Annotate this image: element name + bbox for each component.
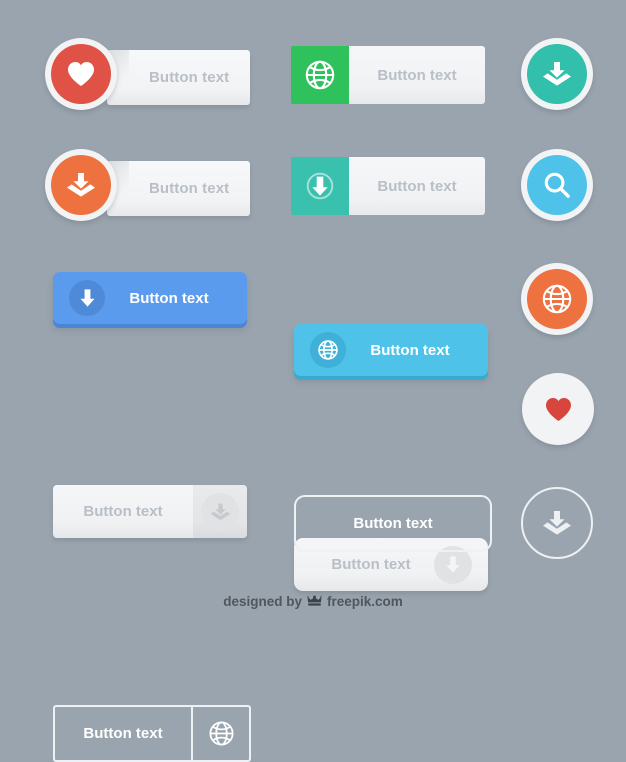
button-body[interactable]: Button text [349, 157, 485, 215]
button-globe-split-green[interactable]: Button text [291, 46, 485, 104]
attribution-footer: designed by freepik.com [0, 594, 626, 609]
button-label: Button text [83, 503, 163, 520]
button-label: Button text [377, 177, 457, 195]
search-icon [527, 155, 587, 215]
button-label: Button text [149, 180, 230, 197]
button-globe-outline-split[interactable]: Button text [53, 705, 251, 762]
button-showcase-canvas: Button text Button text Button text Butt… [0, 0, 626, 762]
download-tray-icon [201, 492, 239, 531]
globe-icon [527, 269, 587, 329]
button-label: Button text [149, 69, 230, 86]
download-tray-icon [51, 155, 111, 215]
button-label: Button text [377, 66, 457, 84]
download-tray-icon [521, 487, 593, 559]
button-label: Button text [129, 289, 209, 307]
button-arrow-split-teal[interactable]: Button text [291, 157, 485, 215]
arrow-down-circle-icon [291, 157, 349, 215]
heart-icon [522, 373, 594, 445]
arrow-down-icon [69, 280, 105, 316]
button-label: Button text [353, 515, 433, 532]
icon-button-download-teal[interactable] [521, 38, 593, 110]
icon-button-heart-white[interactable] [522, 373, 594, 445]
footer-brand: freepik.com [326, 594, 403, 609]
icon-button-globe-orange[interactable] [521, 263, 593, 335]
button-download-light-split[interactable]: Button text [53, 485, 247, 538]
button-heart-panel[interactable]: Button text [45, 38, 250, 118]
button-download-blue[interactable]: Button text [53, 272, 247, 324]
globe-icon [310, 332, 346, 368]
button-body[interactable]: Button text [349, 46, 485, 104]
globe-icon [291, 46, 349, 104]
icon-badge[interactable] [45, 149, 117, 221]
icon-button-download-outline[interactable] [521, 487, 593, 559]
button-panel-surface[interactable]: Button text [107, 50, 250, 105]
icon-button-search-blue[interactable] [521, 149, 593, 221]
footer-prefix: designed by [223, 594, 302, 609]
button-panel-surface[interactable]: Button text [107, 161, 250, 216]
button-label: Button text [55, 707, 193, 760]
button-download-panel[interactable]: Button text [45, 149, 250, 229]
crown-icon [307, 595, 322, 608]
button-globe-cyan[interactable]: Button text [294, 324, 488, 376]
heart-icon [51, 44, 111, 104]
download-tray-icon [527, 44, 587, 104]
icon-badge[interactable] [45, 38, 117, 110]
button-label: Button text [370, 341, 450, 359]
icon-panel[interactable] [193, 485, 247, 538]
button-label: Button text [331, 556, 411, 573]
button-outline-round[interactable]: Button text [294, 495, 492, 552]
globe-icon[interactable] [193, 707, 249, 760]
